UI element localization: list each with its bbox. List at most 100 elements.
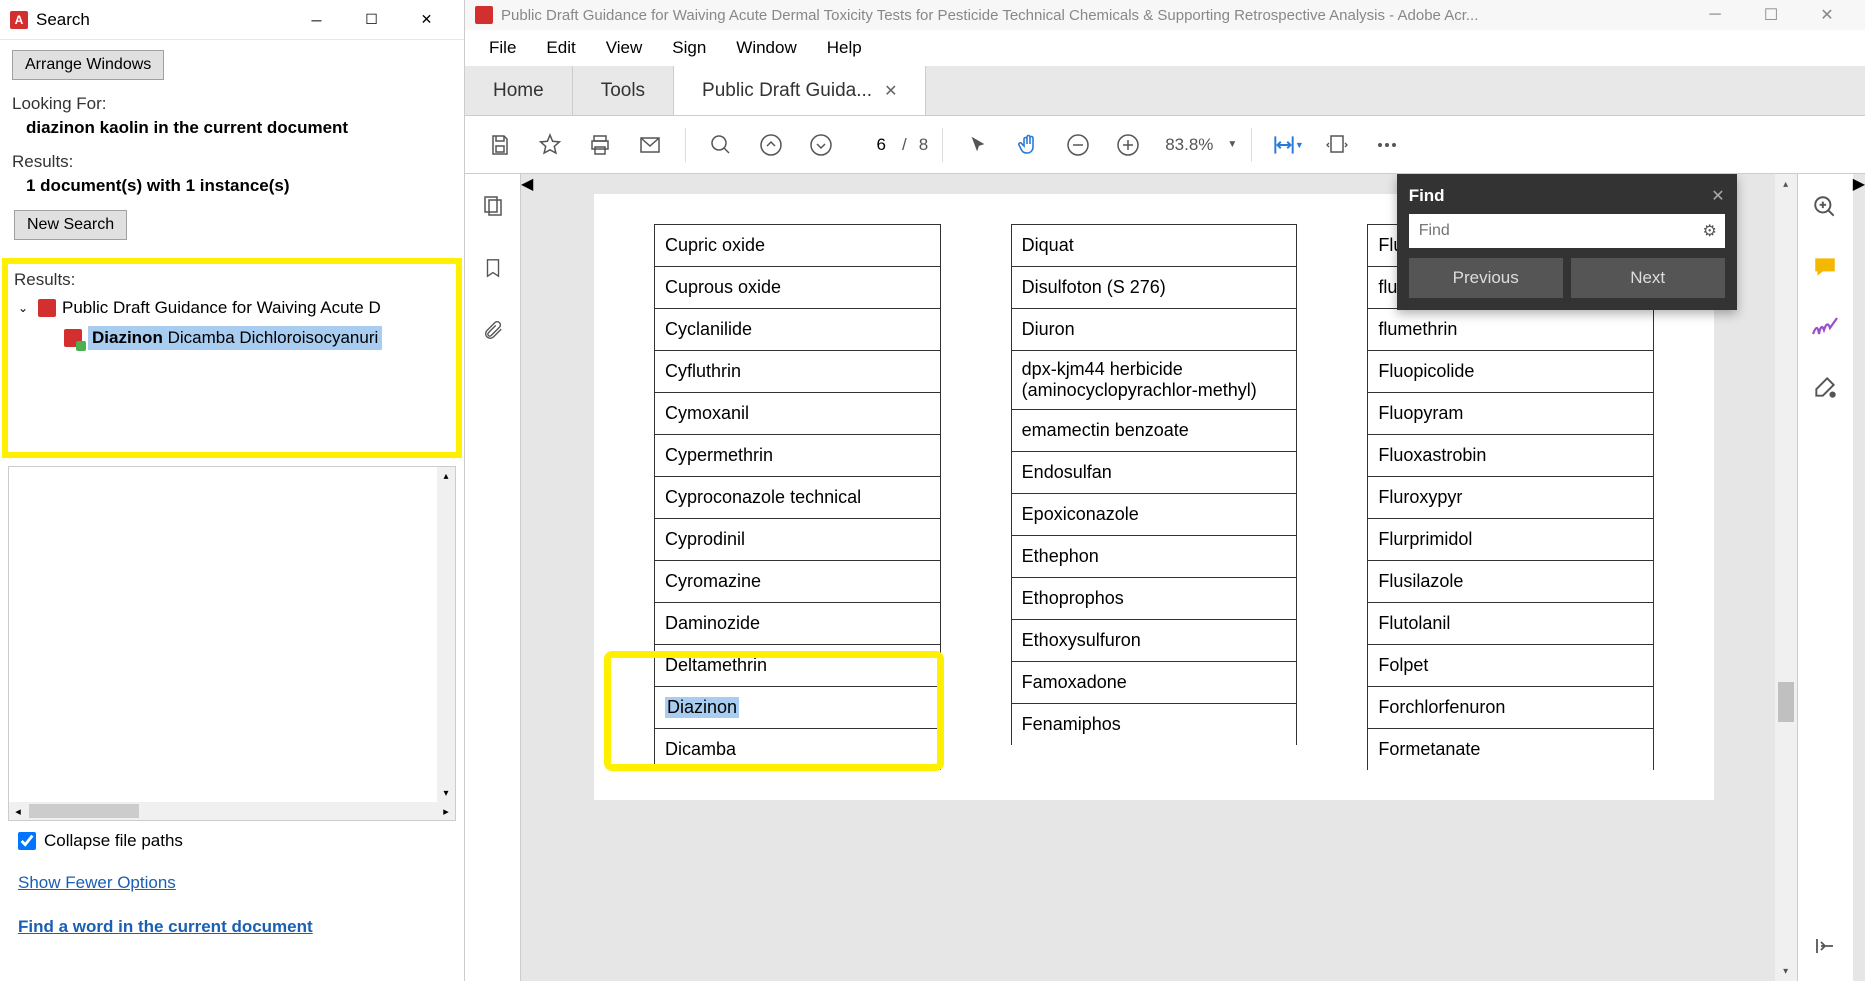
sign-tool-icon[interactable] xyxy=(1810,312,1840,342)
chemical-cell: emamectin benzoate xyxy=(1011,409,1298,451)
save-icon[interactable] xyxy=(479,124,521,166)
selection-tool-icon[interactable] xyxy=(957,124,999,166)
right-rail-collapse-icon[interactable]: ▶ xyxy=(1853,174,1865,981)
thumbnails-icon[interactable] xyxy=(479,192,507,220)
tab-document[interactable]: Public Draft Guida... ✕ xyxy=(674,66,926,115)
left-rail-collapse-icon[interactable]: ◀ xyxy=(521,174,533,981)
zoom-dropdown-icon[interactable]: ▼ xyxy=(1227,139,1237,150)
chemical-cell: Ethephon xyxy=(1011,535,1298,577)
comment-tool-icon[interactable] xyxy=(1810,252,1840,282)
tab-tools[interactable]: Tools xyxy=(573,66,674,115)
result-document[interactable]: ⌄ Public Draft Guidance for Waiving Acut… xyxy=(14,298,450,318)
acrobat-icon xyxy=(475,6,493,24)
minimize-button[interactable]: ─ xyxy=(289,5,344,35)
chemical-cell: Diquat xyxy=(1011,224,1298,266)
document-viewport[interactable]: Cupric oxideCuprous oxideCyclanilideCyfl… xyxy=(533,174,1774,981)
page-display-icon[interactable] xyxy=(1316,124,1358,166)
close-tab-icon[interactable]: ✕ xyxy=(884,81,897,101)
fit-width-icon[interactable]: ▼ xyxy=(1266,124,1308,166)
result-doc-name: Public Draft Guidance for Waiving Acute … xyxy=(62,298,381,318)
search-window: A Search ─ ☐ ✕ Arrange Windows Looking F… xyxy=(0,0,465,981)
results-label: Results: xyxy=(12,152,452,172)
find-word-link[interactable]: Find a word in the current document xyxy=(18,917,446,937)
menu-help[interactable]: Help xyxy=(815,34,874,62)
attachment-icon[interactable] xyxy=(479,316,507,344)
menubar: File Edit View Sign Window Help xyxy=(465,30,1865,66)
right-tools-rail xyxy=(1797,174,1853,981)
results-horizontal-scrollbar[interactable]: ◂ ▸ xyxy=(9,802,455,820)
menu-window[interactable]: Window xyxy=(724,34,808,62)
collapse-paths-checkbox[interactable] xyxy=(18,832,36,850)
menu-file[interactable]: File xyxy=(477,34,528,62)
page-down-icon[interactable] xyxy=(800,124,842,166)
chemical-column-2: DiquatDisulfoton (S 276)Diurondpx-kjm44 … xyxy=(1011,224,1298,770)
zoom-in-icon[interactable] xyxy=(1107,124,1149,166)
email-icon[interactable] xyxy=(629,124,671,166)
chemical-cell: Fluoxastrobin xyxy=(1367,434,1654,476)
scroll-up-arrow[interactable]: ▴ xyxy=(1775,174,1797,194)
scroll-down-arrow[interactable]: ▾ xyxy=(437,784,455,802)
new-search-button[interactable]: New Search xyxy=(14,210,127,240)
maximize-button[interactable]: ☐ xyxy=(344,5,399,35)
chemical-cell: Ethoxysulfuron xyxy=(1011,619,1298,661)
search-tool-icon[interactable] xyxy=(1810,192,1840,222)
show-fewer-options-link[interactable]: Show Fewer Options xyxy=(18,873,446,893)
arrange-windows-button[interactable]: Arrange Windows xyxy=(12,50,164,80)
hand-tool-icon[interactable] xyxy=(1007,124,1049,166)
close-button[interactable]: ✕ xyxy=(399,5,454,35)
find-settings-icon[interactable]: ⚙ xyxy=(1695,221,1725,241)
close-button[interactable]: ✕ xyxy=(1799,1,1855,29)
page-up-icon[interactable] xyxy=(750,124,792,166)
chemical-cell: Cyprodinil xyxy=(654,518,941,560)
page-number-input[interactable] xyxy=(850,131,890,159)
find-zoom-icon[interactable] xyxy=(700,124,742,166)
chemical-cell: Diuron xyxy=(1011,308,1298,350)
result-item[interactable]: Diazinon Dicamba Dichloroisocyanuri xyxy=(64,326,450,350)
print-icon[interactable] xyxy=(579,124,621,166)
find-next-button[interactable]: Next xyxy=(1571,258,1725,298)
results-vertical-scrollbar[interactable]: ▴ ▾ xyxy=(437,467,455,802)
left-navigation-rail xyxy=(465,174,521,981)
chemical-cell: Ethoprophos xyxy=(1011,577,1298,619)
menu-view[interactable]: View xyxy=(594,34,655,62)
tab-home[interactable]: Home xyxy=(465,66,573,115)
maximize-button[interactable]: ☐ xyxy=(1743,1,1799,29)
looking-for-label: Looking For: xyxy=(12,94,452,114)
star-icon[interactable] xyxy=(529,124,571,166)
scroll-left-arrow[interactable]: ◂ xyxy=(9,805,27,818)
chemical-cell: Cyproconazole technical xyxy=(654,476,941,518)
chemical-cell: Flurprimidol xyxy=(1367,518,1654,560)
find-title: Find xyxy=(1409,186,1445,206)
chemical-cell: Cupric oxide xyxy=(654,224,941,266)
menu-edit[interactable]: Edit xyxy=(534,34,587,62)
scroll-down-arrow[interactable]: ▾ xyxy=(1775,961,1797,981)
chemical-cell: Flusilazole xyxy=(1367,560,1654,602)
chemical-cell: Cymoxanil xyxy=(654,392,941,434)
expand-rail-icon[interactable] xyxy=(1810,931,1840,961)
collapse-paths-label[interactable]: Collapse file paths xyxy=(44,831,183,851)
scroll-thumb[interactable] xyxy=(1778,682,1794,722)
chevron-down-icon[interactable]: ⌄ xyxy=(14,301,32,315)
chemical-cell: Flutolanil xyxy=(1367,602,1654,644)
zoom-out-icon[interactable] xyxy=(1057,124,1099,166)
scroll-up-arrow[interactable]: ▴ xyxy=(437,467,455,485)
tab-document-label: Public Draft Guida... xyxy=(702,80,872,102)
find-previous-button[interactable]: Previous xyxy=(1409,258,1563,298)
minimize-button[interactable]: ─ xyxy=(1687,1,1743,29)
bookmark-icon[interactable] xyxy=(479,254,507,282)
chemical-cell: Fluopicolide xyxy=(1367,350,1654,392)
content-area: ◀ Cupric oxideCuprous oxideCyclanilideCy… xyxy=(465,174,1865,981)
more-tools-icon[interactable] xyxy=(1810,372,1840,402)
document-vertical-scrollbar[interactable]: ▴ ▾ xyxy=(1775,174,1797,981)
find-input[interactable] xyxy=(1409,214,1695,248)
more-tools-icon[interactable] xyxy=(1366,124,1408,166)
results-scroll-area: ▴ ▾ ◂ ▸ xyxy=(8,466,456,821)
chemical-cell: flumethrin xyxy=(1367,308,1654,350)
acrobat-titlebar: Public Draft Guidance for Waiving Acute … xyxy=(465,0,1865,30)
scroll-thumb[interactable] xyxy=(29,804,139,818)
scroll-right-arrow[interactable]: ▸ xyxy=(437,805,455,818)
chemical-cell: Cypermethrin xyxy=(654,434,941,476)
menu-sign[interactable]: Sign xyxy=(660,34,718,62)
chemical-cell: Forchlorfenuron xyxy=(1367,686,1654,728)
find-close-icon[interactable]: ✕ xyxy=(1711,186,1724,206)
